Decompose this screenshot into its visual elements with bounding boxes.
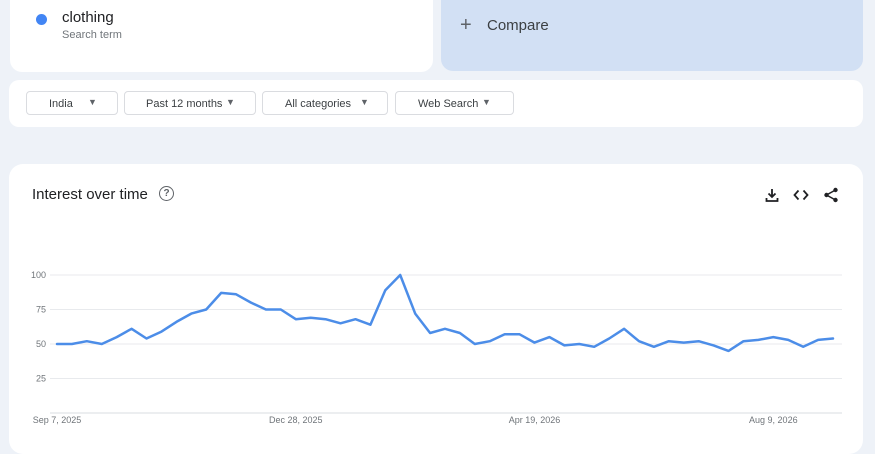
interest-over-time-card: Interest over time ? (9, 164, 863, 454)
share-icon[interactable] (822, 186, 840, 204)
compare-label: Compare (487, 17, 549, 34)
time-range-filter-label: Past 12 months (146, 98, 223, 110)
time-range-filter[interactable]: Past 12 months ▼ (124, 91, 256, 115)
chevron-down-icon: ▼ (360, 97, 369, 107)
search-type-filter[interactable]: Web Search ▼ (395, 91, 514, 115)
series-color-dot (36, 14, 47, 25)
download-icon[interactable] (763, 186, 781, 204)
search-term-subtitle: Search term (62, 29, 122, 41)
category-filter[interactable]: All categories ▼ (262, 91, 388, 115)
chevron-down-icon: ▼ (88, 97, 97, 107)
region-filter-label: India (49, 98, 73, 110)
search-term-card[interactable]: clothing Search term (10, 0, 433, 72)
category-filter-label: All categories (285, 98, 352, 110)
chart-title: Interest over time (32, 186, 148, 203)
search-term-name[interactable]: clothing (62, 9, 114, 26)
search-type-filter-label: Web Search (418, 98, 479, 110)
chevron-down-icon: ▼ (482, 97, 491, 107)
chevron-down-icon: ▼ (226, 97, 235, 107)
plus-icon: + (460, 14, 472, 36)
region-filter[interactable]: India ▼ (26, 91, 118, 115)
help-icon[interactable]: ? (159, 186, 174, 201)
filter-bar: India ▼ Past 12 months ▼ All categories … (9, 80, 863, 127)
compare-button[interactable]: + Compare (441, 0, 863, 71)
embed-icon[interactable] (792, 186, 810, 204)
